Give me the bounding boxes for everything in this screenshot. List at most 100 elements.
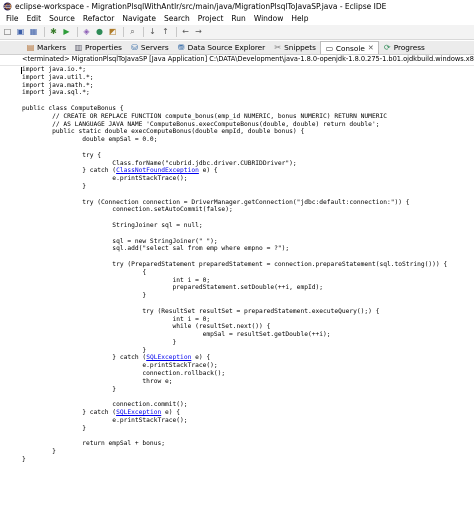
console-text-segment: preparedStatement.setDouble(++i, empId); [22,284,324,292]
tab-servers[interactable]: ⛁ Servers [126,41,173,54]
console-line: // AS LANGUAGE JAVA NAME 'ComputeBonus.e… [22,121,447,129]
toolbar-separator [44,27,45,37]
console-text-segment: empSal = resultSet.getDouble(++i); [22,331,331,339]
console-text-segment: try (ResultSet resultSet = preparedState… [22,307,380,315]
console-text-segment: while (resultSet.next()) { [22,323,271,331]
console-text-segment: import java.sql.*; [22,89,90,97]
tab-label: Data Source Explorer [187,43,266,52]
search-icon[interactable]: ⌕ [127,27,138,38]
console-line: int i = 0; [22,277,447,285]
console-line: e.printStackTrace(); [22,175,447,183]
console-text: import java.io.*; import java.util.*; impo… [22,66,447,464]
console-line: } catch (SQLException e) { [22,409,447,417]
console-line: throw e; [22,378,447,386]
console-line: sql.add("select sal from emp where empno… [22,245,447,253]
console-line: sql = new StringJoiner(" "); [22,238,447,246]
console-text-segment: e.printStackTrace(); [22,175,188,183]
menu-project[interactable]: Project [194,14,228,23]
tab-markers[interactable]: ▤ Markers [22,41,70,54]
toolbar-separator [143,27,144,37]
console-line: try (ResultSet resultSet = preparedState… [22,308,447,316]
console-text-segment: sql = new StringJoiner(" "); [22,237,218,245]
open-type-icon[interactable]: ◩ [107,27,118,38]
menu-navigate[interactable]: Navigate [118,14,160,23]
console-line: { [22,269,447,277]
tab-snippets[interactable]: ✂ Snippets [269,41,320,54]
menu-refactor[interactable]: Refactor [79,14,118,23]
console-output[interactable]: import java.io.*; import java.util.*; impo… [0,65,474,507]
console-line: try { [22,152,447,160]
console-text-segment: // CREATE OR REPLACE FUNCTION compute_bo… [22,112,387,120]
tab-console[interactable]: ▭ Console ✕ [319,41,379,54]
menu-source[interactable]: Source [45,14,79,23]
menu-window[interactable]: Window [250,14,288,23]
tab-label: Snippets [284,43,316,52]
console-text-segment: int i = 0; [22,276,211,284]
servers-icon: ⛁ [131,43,138,52]
console-text-segment: double empSal = 0.0; [22,136,158,144]
console-text-segment: } [22,338,177,346]
tab-data-source-explorer[interactable]: ⛃ Data Source Explorer [173,41,270,54]
tab-label: Progress [393,43,425,52]
console-status: <terminated> MigrationPlsqlToJavaSP [Jav… [22,55,474,63]
console-text-segment: import java.util.*; [22,73,94,81]
menu-run[interactable]: Run [227,14,249,23]
exception-link[interactable]: ClassNotFoundException [116,167,199,174]
menu-edit[interactable]: Edit [23,14,46,23]
console-text-segment: import java.math.*; [22,81,94,89]
title-bar: eclipse-workspace - MigrationPlsqlWithAn… [0,0,474,12]
console-text-segment: // AS LANGUAGE JAVA NAME 'ComputeBonus.e… [22,120,380,128]
console-line: } [22,386,447,394]
console-text-segment: try (PreparedStatement preparedStatement… [22,260,448,268]
console-line: } catch (SQLException e) { [22,354,447,362]
menu-search[interactable]: Search [160,14,194,23]
console-line: } catch (ClassNotFoundException e) { [22,167,447,175]
close-icon[interactable]: ✕ [368,44,374,52]
console-line: connection.commit(); [22,401,447,409]
console-line: StringJoiner sql = null; [22,222,447,230]
menu-help[interactable]: Help [287,14,312,23]
prev-annotation-icon[interactable]: ↑ [160,27,171,38]
tab-properties[interactable]: ▥ Properties [70,41,126,54]
console-line: try (PreparedStatement preparedStatement… [22,261,447,269]
console-line: connection.rollback(); [22,370,447,378]
console-line: e.printStackTrace(); [22,417,447,425]
console-line: } [22,292,447,300]
console-line: int i = 0; [22,316,447,324]
run-icon[interactable]: ▶ [61,27,72,38]
menu-file[interactable]: File [2,14,23,23]
console-line: } [22,347,447,355]
console-line: while (resultSet.next()) { [22,323,447,331]
back-icon[interactable]: ← [180,27,191,38]
new-class-icon[interactable]: ● [94,27,105,38]
toolbar-separator [123,27,124,37]
console-line: } [22,456,447,464]
tab-progress[interactable]: ⟳ Progress [379,41,429,54]
console-text-segment: public static double execComputeBonus(do… [22,128,305,136]
console-text-segment: import java.io.*; [22,66,86,73]
window-title: eclipse-workspace - MigrationPlsqlWithAn… [15,1,387,11]
console-text-segment: e.printStackTrace(); [22,362,218,370]
next-annotation-icon[interactable]: ↓ [147,27,158,38]
save-icon[interactable]: ▣ [15,27,26,38]
new-icon[interactable]: □ [2,27,13,38]
console-text-segment: } catch ( [22,167,117,175]
forward-icon[interactable]: → [193,27,204,38]
console-text-segment: } [22,346,147,354]
console-text-segment: e.printStackTrace(); [22,416,188,424]
console-text-segment: } [22,455,26,463]
tab-label: Properties [85,43,122,52]
console-text-segment: } [22,385,117,393]
exception-link[interactable]: SQLException [116,409,161,416]
debug-icon[interactable]: ✱ [48,27,59,38]
tab-label: Markers [37,43,67,52]
console-line: import java.io.*; [22,66,447,74]
new-java-icon[interactable]: ◈ [81,27,92,38]
save-all-icon[interactable]: ▦ [28,27,39,38]
exception-link[interactable]: SQLException [146,354,191,361]
